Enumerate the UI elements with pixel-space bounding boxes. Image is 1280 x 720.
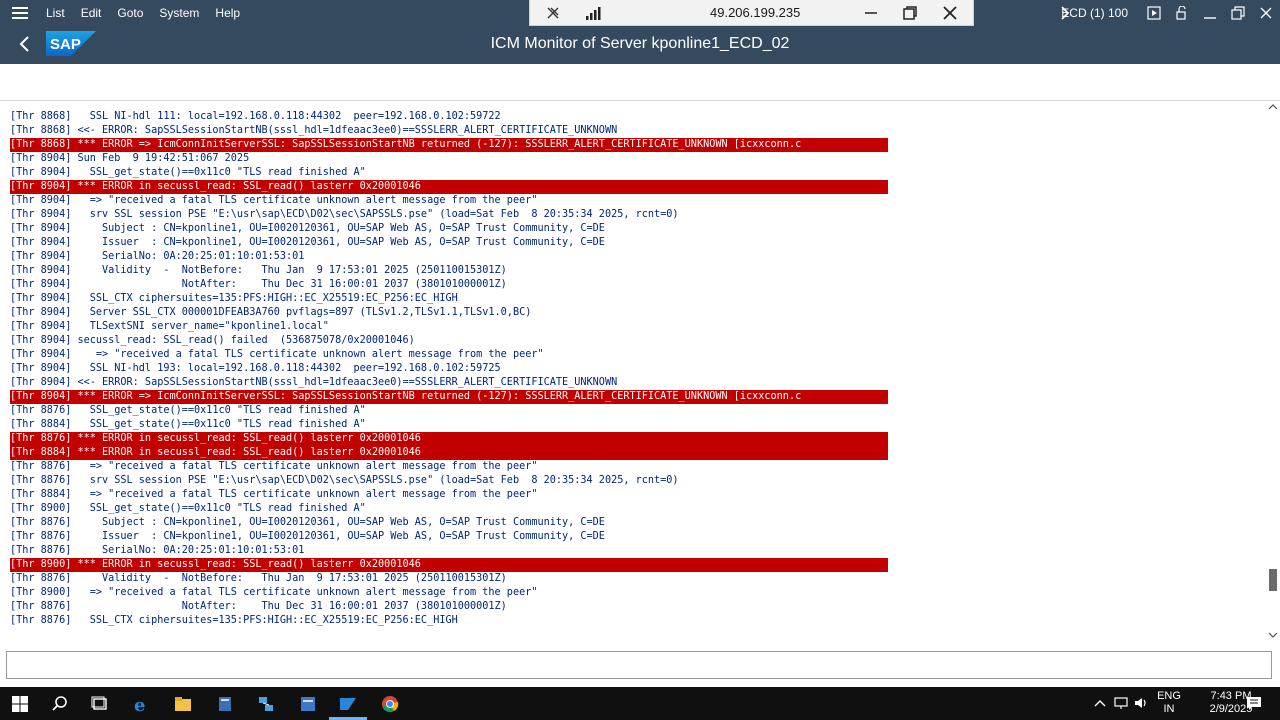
- rdp-restore-icon[interactable]: [902, 5, 918, 21]
- file-explorer-icon[interactable]: [174, 695, 192, 713]
- remote-ip-address: 49.206.199.235: [710, 5, 801, 20]
- language-code: ENG: [1157, 690, 1181, 702]
- log-line: [Thr 8868] SSL NI-hdl 111: local=192.168…: [10, 111, 501, 122]
- task-view-icon[interactable]: [91, 695, 109, 713]
- region-code: IN: [1163, 703, 1175, 715]
- window-controls: ECD (1) 100: [1061, 0, 1280, 26]
- play-icon[interactable]: [1146, 5, 1162, 21]
- signal-strength-icon[interactable]: [585, 5, 601, 21]
- rdp-close-icon[interactable]: [942, 5, 958, 21]
- lock-icon[interactable]: [1174, 5, 1190, 21]
- log-line: [Thr 8904] secussl_read: SSL_read() fail…: [10, 335, 415, 346]
- system-info[interactable]: ECD (1) 100: [1061, 6, 1128, 20]
- notes-app-icon[interactable]: [216, 695, 234, 713]
- vertical-scrollbar[interactable]: [1266, 101, 1280, 647]
- log-error-line: [Thr 8904] *** ERROR => IcmConnInitServe…: [10, 390, 888, 404]
- windows-start-icon[interactable]: [11, 695, 29, 713]
- log-line: [Thr 8904] TLSextSNI server_name="kponli…: [10, 321, 329, 332]
- log-line: [Thr 8876] => "received a fatal TLS cert…: [10, 461, 538, 472]
- input-language[interactable]: ENG IN: [1154, 690, 1184, 716]
- volume-icon[interactable]: [1134, 696, 1148, 710]
- log-error-line: [Thr 8868] *** ERROR => IcmConnInitServe…: [10, 138, 888, 152]
- log-line: [Thr 8876] Issuer : CN=kponline1, OU=I00…: [10, 531, 605, 542]
- hamburger-menu-icon[interactable]: [12, 7, 28, 19]
- log-line: [Thr 8900] => "received a fatal TLS cert…: [10, 587, 538, 598]
- log-line: [Thr 8904] <<- ERROR: SapSSLSessionStart…: [10, 377, 618, 388]
- log-line: [Thr 8876] srv SSL session PSE "E:\usr\s…: [10, 475, 679, 486]
- svg-text:e: e: [134, 695, 145, 713]
- log-line: [Thr 8904] srv SSL session PSE "E:\usr\s…: [10, 209, 679, 220]
- network-icon[interactable]: [1114, 696, 1128, 710]
- log-error-line: [Thr 8900] *** ERROR in secussl_read: SS…: [10, 558, 888, 572]
- menu-goto[interactable]: Goto: [109, 0, 151, 26]
- network-app-icon[interactable]: [257, 695, 275, 713]
- internet-explorer-icon[interactable]: e: [133, 695, 151, 713]
- log-error-line: [Thr 8884] *** ERROR in secussl_read: SS…: [10, 446, 888, 460]
- log-line: [Thr 8876] Validity - NotBefore: Thu Jan…: [10, 573, 507, 584]
- log-line: [Thr 8900] SSL_get_state()==0x11c0 "TLS …: [10, 503, 366, 514]
- restore-icon[interactable]: [1230, 5, 1246, 21]
- rdp-minimize-icon[interactable]: [863, 5, 879, 21]
- log-line: [Thr 8904] Validity - NotBefore: Thu Jan…: [10, 265, 507, 276]
- log-line: [Thr 8904] NotAfter: Thu Dec 31 16:00:01…: [10, 279, 507, 290]
- log-line: [Thr 8876] NotAfter: Thu Dec 31 16:00:01…: [10, 601, 507, 612]
- tray-expand-icon[interactable]: [1094, 698, 1106, 708]
- scroll-up-icon[interactable]: [1268, 103, 1278, 111]
- search-icon[interactable]: [51, 695, 69, 713]
- minimize-icon[interactable]: [1202, 5, 1218, 21]
- sap-gui-active-icon[interactable]: [339, 695, 357, 713]
- log-line: [Thr 8904] Server SSL_CTX 000001DFEAB3A7…: [10, 307, 532, 318]
- menu-system[interactable]: System: [151, 0, 207, 26]
- remote-connection-bar: 49.206.199.235: [529, 0, 974, 26]
- close-icon[interactable]: [1258, 5, 1274, 21]
- log-line: [Thr 8904] SSL NI-hdl 193: local=192.168…: [10, 363, 501, 374]
- chrome-icon[interactable]: [381, 695, 399, 713]
- log-line: [Thr 8876] SSL_get_state()==0x11c0 "TLS …: [10, 405, 366, 416]
- log-line: [Thr 8904] SerialNo: 0A:20:25:01:10:01:5…: [10, 251, 305, 262]
- log-line: [Thr 8904] SSL_get_state()==0x11c0 "TLS …: [10, 167, 366, 178]
- log-line: [Thr 8904] => "received a fatal TLS cert…: [10, 195, 538, 206]
- log-lines: [Thr 8868] SSL NI-hdl 111: local=192.168…: [10, 110, 888, 628]
- menu-list[interactable]: List: [38, 0, 73, 26]
- menu-edit[interactable]: Edit: [73, 0, 110, 26]
- log-line: [Thr 8876] SSL_CTX ciphersuites=135:PFS:…: [10, 615, 458, 626]
- log-line: [Thr 8876] Subject : CN=kponline1, OU=I0…: [10, 517, 605, 528]
- log-line: [Thr 8868] <<- ERROR: SapSSLSessionStart…: [10, 125, 618, 136]
- log-error-line: [Thr 8904] *** ERROR in secussl_read: SS…: [10, 180, 888, 194]
- log-line: [Thr 8904] SSL_CTX ciphersuites=135:PFS:…: [10, 293, 458, 304]
- windows-taskbar: e ENG IN 7:43 PM 2/9/2025: [0, 687, 1280, 720]
- menu-help[interactable]: Help: [207, 0, 248, 26]
- log-line: [Thr 8904] Issuer : CN=kponline1, OU=I00…: [10, 237, 605, 248]
- pin-icon[interactable]: [545, 5, 561, 21]
- log-line: [Thr 8876] SerialNo: 0A:20:25:01:10:01:5…: [10, 545, 305, 556]
- sap-logon-icon[interactable]: [299, 695, 317, 713]
- log-line: [Thr 8904] => "received a fatal TLS cert…: [10, 349, 544, 360]
- log-line: [Thr 8884] SSL_get_state()==0x11c0 "TLS …: [10, 419, 366, 430]
- log-line: [Thr 8904] Subject : CN=kponline1, OU=I0…: [10, 223, 605, 234]
- scrollbar-thumb[interactable]: [1269, 569, 1277, 591]
- scroll-down-icon[interactable]: [1268, 631, 1278, 639]
- log-line: [Thr 8884] => "received a fatal TLS cert…: [10, 489, 538, 500]
- log-output: [Thr 8868] SSL NI-hdl 111: local=192.168…: [0, 100, 1280, 647]
- notification-icon[interactable]: [1246, 696, 1262, 711]
- log-error-line: [Thr 8876] *** ERROR in secussl_read: SS…: [10, 432, 888, 446]
- page-title: ICM Monitor of Server kponline1_ECD_02: [490, 35, 790, 52]
- command-field[interactable]: [6, 651, 1272, 679]
- log-line: [Thr 8904] Sun Feb 9 19:42:51:067 2025: [10, 153, 250, 164]
